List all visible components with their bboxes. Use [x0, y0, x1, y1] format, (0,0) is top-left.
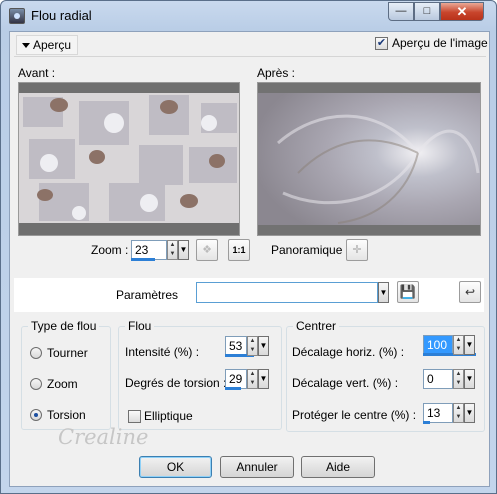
parameters-dropdown-arrow[interactable]: ▼ [378, 282, 389, 303]
torsion-input[interactable]: 29 [225, 369, 247, 389]
centrer-title: Centrer [293, 319, 340, 333]
dialog-window: Flou radial — □ ✕ Aperçu ✔ Aperçu de l'i… [0, 0, 497, 494]
horiz-offset-input[interactable]: 100 [423, 335, 453, 355]
zoom-progress-bar [131, 258, 155, 261]
elliptic-checkbox[interactable] [128, 410, 141, 423]
help-button[interactable]: Aide [301, 456, 375, 478]
horiz-offset-dropdown-arrow[interactable]: ▼ [464, 335, 475, 355]
protect-center-input[interactable]: 13 [423, 403, 453, 423]
maximize-button[interactable]: □ [414, 2, 440, 21]
radio-zoom-label: Zoom [47, 377, 78, 391]
blur-type-title: Type de flou [28, 319, 100, 333]
intensity-dropdown-arrow[interactable]: ▼ [258, 336, 269, 356]
cancel-button[interactable]: Annuler [220, 456, 294, 478]
radio-torsion[interactable] [30, 409, 42, 421]
window-title: Flou radial [31, 8, 92, 23]
minimize-button[interactable]: — [388, 2, 414, 21]
close-button[interactable]: ✕ [440, 2, 484, 21]
protect-center-label: Protéger le centre (%) : [292, 408, 417, 422]
apercu-toggle-button[interactable]: Aperçu [16, 35, 78, 55]
before-label: Avant : [18, 66, 56, 80]
ok-button[interactable]: OK [139, 456, 212, 478]
protect-center-spinner-arrows[interactable]: ▲ ▼ [453, 403, 464, 423]
zoom-spinner-arrows[interactable]: ▲ ▼ [167, 240, 178, 260]
zoom-one-to-one-button[interactable]: 1:1 [228, 239, 250, 261]
divider [14, 56, 486, 57]
vert-offset-input[interactable]: 0 [423, 369, 453, 389]
torsion-label: Degrés de torsion : [125, 376, 227, 390]
after-preview[interactable] [257, 82, 481, 236]
flou-title: Flou [125, 319, 155, 333]
parameters-label: Paramètres [116, 288, 179, 302]
elliptic-label: Elliptique [144, 409, 193, 423]
radio-tourner-label: Tourner [47, 346, 88, 360]
protect-center-dropdown-arrow[interactable]: ▼ [464, 403, 475, 423]
apercu-label: Aperçu [33, 38, 72, 52]
zoom-input[interactable]: 23 [131, 240, 167, 260]
torsion-dropdown-arrow[interactable]: ▼ [258, 369, 269, 389]
before-preview[interactable] [18, 82, 240, 236]
radio-zoom[interactable] [30, 378, 42, 390]
dialog-body: Aperçu ✔ Aperçu de l'image Avant : Après… [9, 31, 490, 487]
vert-offset-label: Décalage vert. (%) : [292, 376, 399, 390]
apercu-image-label: Aperçu de l'image [392, 36, 488, 50]
reset-preset-icon[interactable]: ↩ [459, 281, 481, 303]
intensity-input[interactable]: 53 [225, 336, 247, 356]
zoom-label: Zoom : [91, 243, 129, 257]
zoom-dropdown-arrow[interactable]: ▼ [178, 240, 189, 260]
title-bar[interactable]: Flou radial — □ ✕ [1, 1, 496, 31]
parameters-select[interactable] [196, 282, 378, 303]
torsion-spinner-arrows[interactable]: ▲ ▼ [247, 369, 258, 389]
after-preview-image [258, 83, 480, 235]
collapse-triangle-icon [22, 43, 30, 48]
before-preview-image [19, 83, 239, 235]
horiz-offset-label: Décalage horiz. (%) : [292, 345, 405, 359]
radio-torsion-label: Torsion [47, 408, 86, 422]
after-label: Après : [257, 66, 296, 80]
torsion-progress-bar [225, 387, 241, 390]
intensity-spinner-arrows[interactable]: ▲ ▼ [247, 336, 258, 356]
vert-offset-spinner-arrows[interactable]: ▲ ▼ [453, 369, 464, 389]
radio-tourner[interactable] [30, 347, 42, 359]
apercu-image-checkbox[interactable]: ✔ [375, 37, 388, 50]
horiz-offset-spinner-arrows[interactable]: ▲ ▼ [453, 335, 464, 355]
intensity-label: Intensité (%) : [125, 345, 200, 359]
pan-label: Panoramique : [271, 243, 350, 257]
watermark-signature: Crealine [58, 425, 149, 449]
zoom-fit-icon[interactable]: ❖ [196, 239, 218, 261]
vert-offset-dropdown-arrow[interactable]: ▼ [464, 369, 475, 389]
pan-move-icon[interactable]: ✛ [346, 239, 368, 261]
save-preset-icon[interactable]: 💾 [397, 281, 419, 303]
app-icon [9, 8, 25, 24]
protect-center-progress-bar [423, 421, 430, 424]
